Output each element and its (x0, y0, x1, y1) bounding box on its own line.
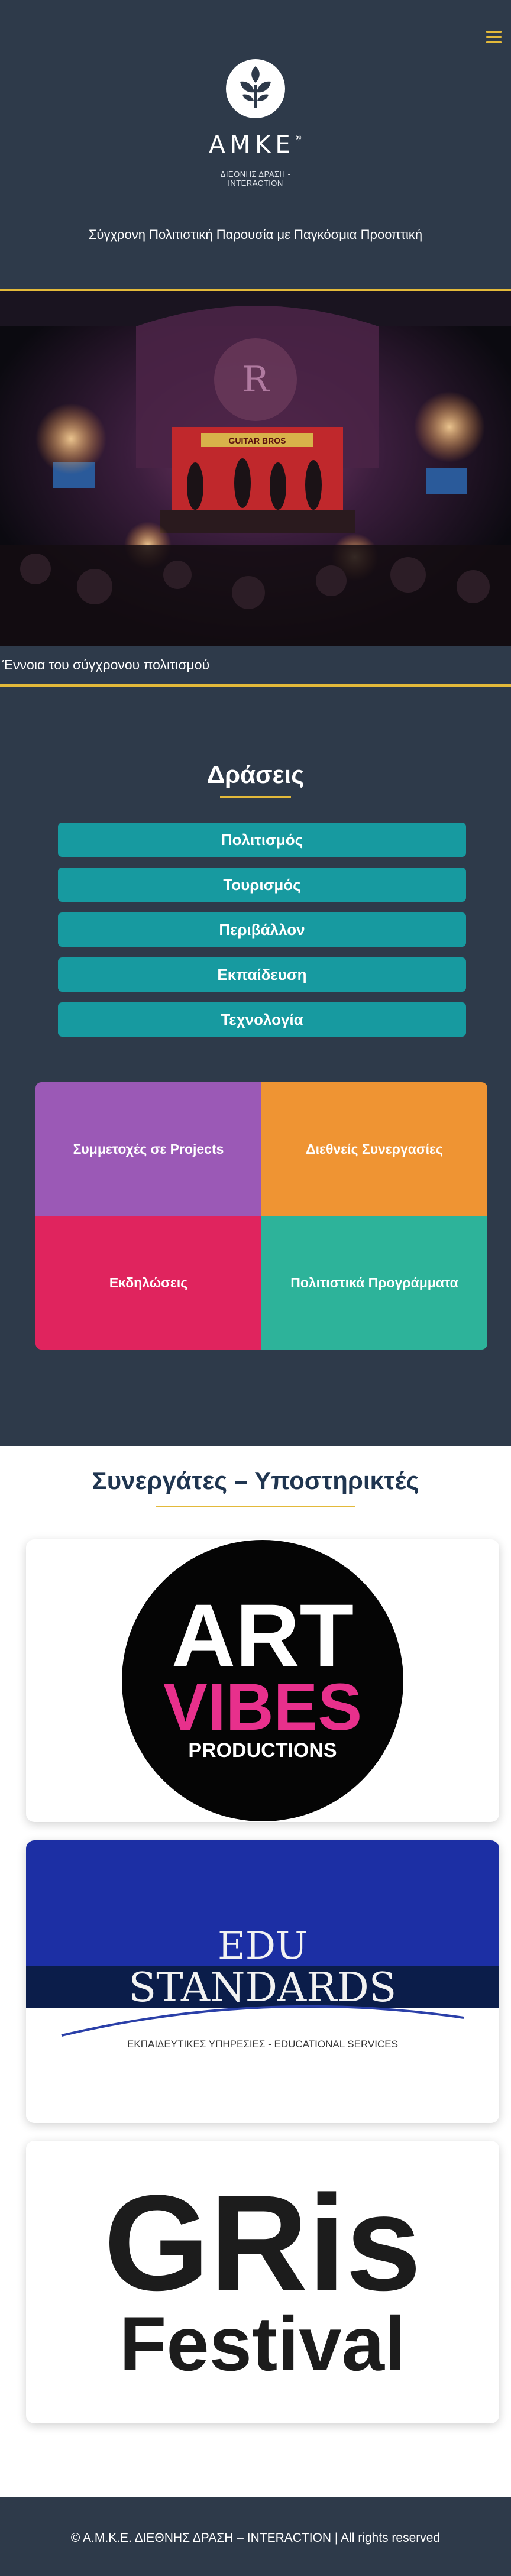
edu-line2: STANDARDS (129, 1965, 397, 2011)
hamburger-menu-icon[interactable] (486, 31, 502, 48)
leaf-logo-icon[interactable] (226, 59, 285, 118)
action-button-technology[interactable]: Τεχνολογία (58, 1002, 466, 1037)
partner-card-edustandards[interactable]: EDU STANDARDS ΕΚΠΑΙΔΕΥΤΙΚΕΣ ΥΠΗΡΕΣΙΕΣ - … (26, 1840, 499, 2123)
artvibes-line2: VIBES (163, 1670, 362, 1744)
action-button-environment[interactable]: Περιβάλλον (58, 912, 466, 947)
gris-line1: GRis (104, 2167, 422, 2319)
partner-card-gris-festival[interactable]: GRis Festival (26, 2141, 499, 2423)
logo-subtitle: ΔΙΕΘΝΗΣ ΔΡΑΣΗ - INTERACTION (220, 170, 291, 187)
actions-title: Δράσεις (206, 760, 305, 788)
action-button-tourism[interactable]: Τουρισμός (58, 868, 466, 902)
partners-title: Συνεργάτες – Υποστηρικτές (92, 1467, 419, 1494)
tile-cultural-programs[interactable]: Πολιτιστικά Προγράμματα (261, 1216, 487, 1350)
hero-caption: Έννοια του σύγχρονου πολιτισμού (0, 646, 511, 685)
action-button-education[interactable]: Εκπαίδευση (58, 957, 466, 992)
divider (0, 684, 511, 687)
tile-projects[interactable]: Συμμετοχές σε Projects (35, 1082, 261, 1216)
hero-image: R GUITAR BROS (0, 291, 511, 646)
site-tagline: Σύγχρονη Πολιτιστική Παρουσία με Παγκόσμ… (88, 227, 423, 242)
edu-line1: EDU (218, 1924, 308, 1968)
action-button-culture[interactable]: Πολιτισμός (58, 823, 466, 857)
gris-line2: Festival (119, 2300, 406, 2387)
title-underline (156, 1506, 355, 1507)
category-tiles: Συμμετοχές σε Projects Διεθνείς Συνεργασ… (35, 1082, 487, 1350)
partner-card-artvibes[interactable]: ART VIBES PRODUCTIONS (26, 1539, 499, 1822)
logo-title: ΑΜΚΕ® (209, 131, 302, 158)
tile-events[interactable]: Εκδηλώσεις (35, 1216, 261, 1350)
stage-sign: GUITAR BROS (229, 436, 286, 445)
title-underline (220, 796, 291, 798)
artvibes-line3: PRODUCTIONS (188, 1739, 337, 1762)
svg-text:R: R (242, 359, 270, 400)
tile-international[interactable]: Διεθνείς Συνεργασίες (261, 1082, 487, 1216)
copyright-text: © Α.Μ.Κ.Ε. ΔΙΕΘΝΗΣ ΔΡΑΣΗ – INTERACTION |… (70, 2531, 441, 2545)
edu-line3: ΕΚΠΑΙΔΕΥΤΙΚΕΣ ΥΠΗΡΕΣΙΕΣ - EDUCATIONAL SE… (127, 2038, 398, 2050)
